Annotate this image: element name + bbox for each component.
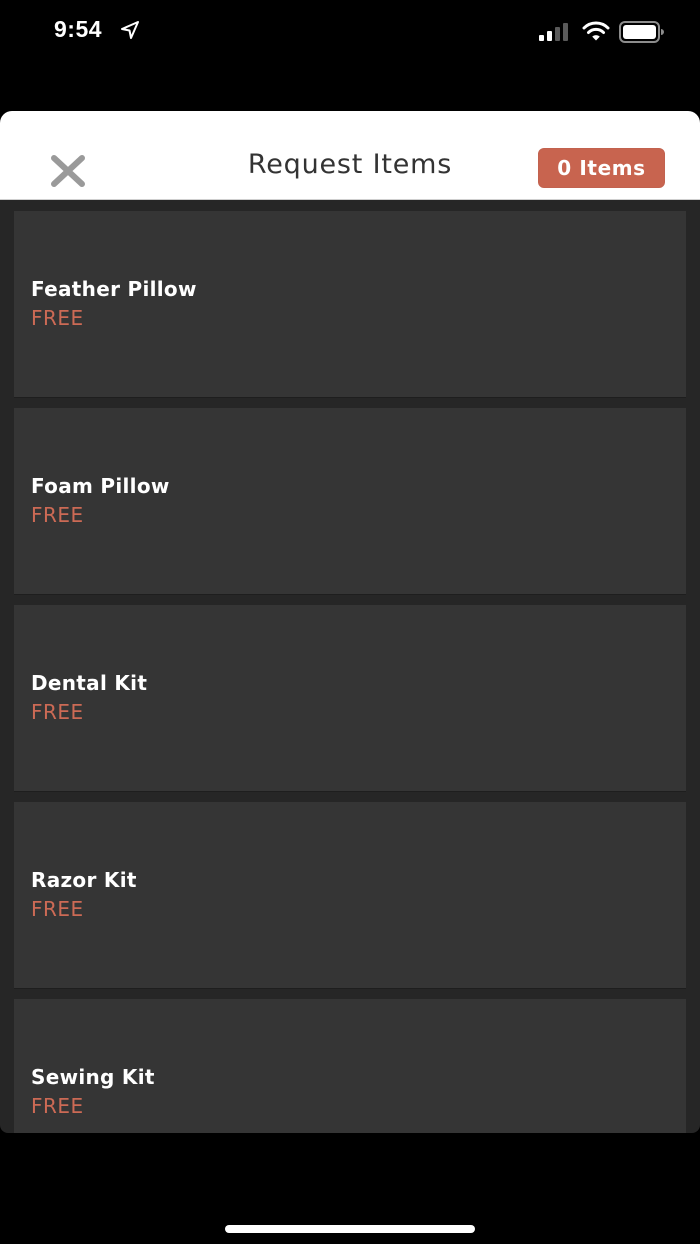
request-items-sheet: Request Items 0 Items Feather Pillow FRE… xyxy=(0,111,700,1133)
item-name: Dental Kit xyxy=(31,671,148,695)
item-name: Sewing Kit xyxy=(31,1065,155,1089)
item-list: Feather Pillow FREE Foam Pillow FREE Den… xyxy=(14,211,686,1133)
item-price: FREE xyxy=(31,1094,84,1118)
list-item[interactable]: Feather Pillow FREE xyxy=(14,211,686,397)
wifi-icon xyxy=(582,21,610,41)
status-bar: 9:54 xyxy=(0,0,700,64)
item-price: FREE xyxy=(31,503,84,527)
list-item[interactable]: Razor Kit FREE xyxy=(14,802,686,988)
cart-count-button[interactable]: 0 Items xyxy=(538,148,665,188)
item-price: FREE xyxy=(31,700,84,724)
page-title: Request Items xyxy=(247,149,453,180)
sheet-header: Request Items 0 Items xyxy=(0,111,700,200)
item-price: FREE xyxy=(31,897,84,921)
item-name: Foam Pillow xyxy=(31,474,170,498)
cellular-signal-icon xyxy=(539,23,568,41)
location-arrow-icon xyxy=(121,21,139,39)
item-name: Feather Pillow xyxy=(31,277,197,301)
close-icon xyxy=(51,155,85,187)
close-button[interactable] xyxy=(44,149,92,193)
item-name: Razor Kit xyxy=(31,868,137,892)
list-item[interactable]: Sewing Kit FREE xyxy=(14,999,686,1133)
list-item[interactable]: Foam Pillow FREE xyxy=(14,408,686,594)
list-item[interactable]: Dental Kit FREE xyxy=(14,605,686,791)
status-time: 9:54 xyxy=(54,16,103,42)
home-indicator[interactable] xyxy=(225,1225,475,1233)
item-price: FREE xyxy=(31,306,84,330)
battery-icon xyxy=(619,21,664,43)
